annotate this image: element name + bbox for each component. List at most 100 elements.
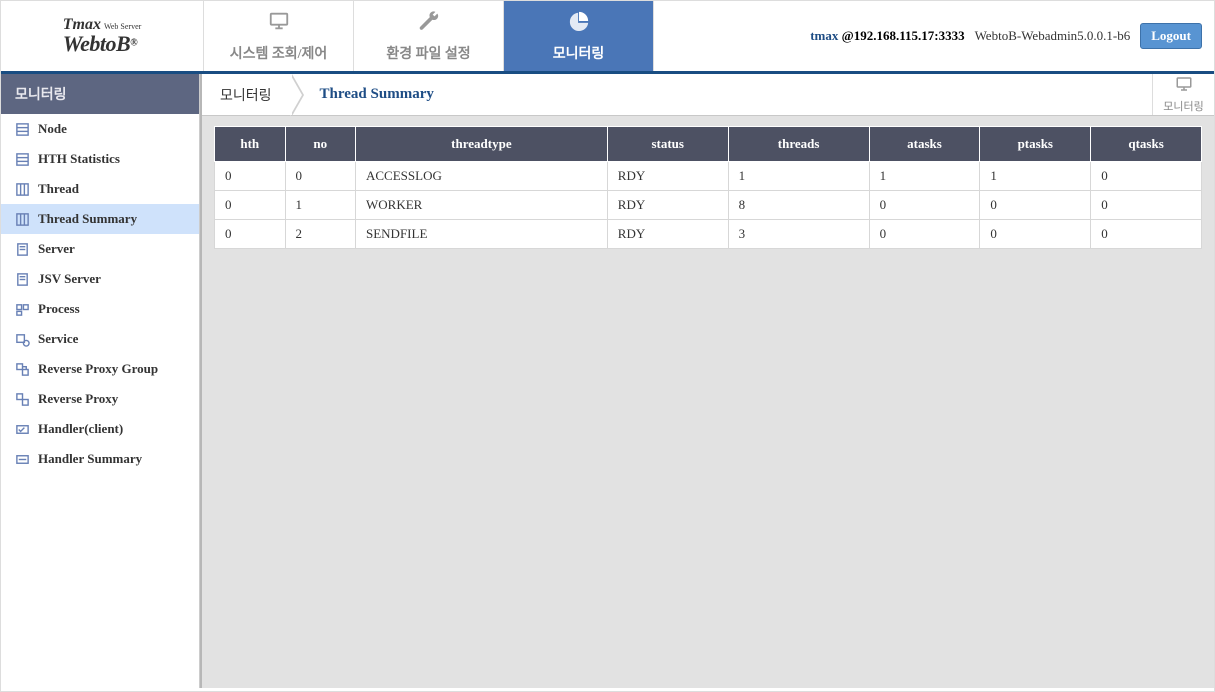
table-cell: 0 bbox=[215, 191, 286, 220]
breadcrumb: 모니터링 Thread Summary 모니터링 bbox=[202, 74, 1214, 116]
sidebar-item-process[interactable]: Process bbox=[1, 294, 199, 324]
sidebar-item-reverse-proxy[interactable]: Reverse Proxy bbox=[1, 384, 199, 414]
table-cell: 0 bbox=[869, 220, 980, 249]
table-cell: 0 bbox=[215, 220, 286, 249]
sidebar-item-jsv-server[interactable]: JSV Server bbox=[1, 264, 199, 294]
table-cell: 0 bbox=[285, 162, 356, 191]
tab-label: 시스템 조회/제어 bbox=[230, 43, 328, 63]
col-atasks: atasks bbox=[869, 127, 980, 162]
tab-config[interactable]: 환경 파일 설정 bbox=[354, 1, 504, 71]
breadcrumb-right-label: 모니터링 bbox=[1163, 98, 1203, 114]
col-hth: hth bbox=[215, 127, 286, 162]
table-cell: 1 bbox=[285, 191, 356, 220]
sidebar-title: 모니터링 bbox=[1, 74, 199, 114]
logo-registered: ® bbox=[130, 38, 137, 49]
sidebar-item-label: Node bbox=[38, 121, 67, 137]
content-area: 모니터링 Thread Summary 모니터링 hthnothreadtype… bbox=[200, 74, 1214, 688]
table-cell: 1 bbox=[728, 162, 869, 191]
menu-item-icon bbox=[15, 122, 30, 137]
col-qtasks: qtasks bbox=[1091, 127, 1202, 162]
tab-system[interactable]: 시스템 조회/제어 bbox=[204, 1, 354, 71]
main-tabs: 시스템 조회/제어 환경 파일 설정 모니터링 bbox=[204, 1, 654, 71]
table-cell: WORKER bbox=[356, 191, 608, 220]
sidebar-item-label: Server bbox=[38, 241, 75, 257]
logo-product: WebtoB bbox=[63, 31, 130, 56]
table-cell: 0 bbox=[980, 220, 1091, 249]
pie-icon bbox=[568, 10, 590, 37]
menu-item-icon bbox=[15, 242, 30, 257]
thread-summary-table: hthnothreadtypestatusthreadsatasksptasks… bbox=[214, 126, 1202, 249]
menu-item-icon bbox=[15, 422, 30, 437]
sidebar-item-label: Reverse Proxy Group bbox=[38, 361, 158, 377]
table-cell: 1 bbox=[869, 162, 980, 191]
table-cell: SENDFILE bbox=[356, 220, 608, 249]
sidebar-item-label: HTH Statistics bbox=[38, 151, 120, 167]
sidebar-item-reverse-proxy-group[interactable]: Reverse Proxy Group bbox=[1, 354, 199, 384]
sidebar-item-label: Reverse Proxy bbox=[38, 391, 118, 407]
menu-item-icon bbox=[15, 452, 30, 467]
breadcrumb-root[interactable]: 모니터링 bbox=[202, 74, 290, 115]
menu-item-icon bbox=[15, 302, 30, 317]
table-cell: RDY bbox=[607, 162, 728, 191]
table-cell: 0 bbox=[1091, 220, 1202, 249]
sidebar-item-thread-summary[interactable]: Thread Summary bbox=[1, 204, 199, 234]
sidebar: 모니터링 Node HTH Statistics Thread Thread Summ… bbox=[1, 74, 200, 688]
table-cell: 0 bbox=[869, 191, 980, 220]
sidebar-item-label: Handler Summary bbox=[38, 451, 142, 467]
table-cell: ACCESSLOG bbox=[356, 162, 608, 191]
logo: TmaxWeb Server WebtoB® bbox=[1, 1, 204, 71]
sidebar-item-label: Handler(client) bbox=[38, 421, 123, 437]
col-ptasks: ptasks bbox=[980, 127, 1091, 162]
sidebar-item-server[interactable]: Server bbox=[1, 234, 199, 264]
monitor-icon bbox=[268, 10, 290, 37]
table-cell: RDY bbox=[607, 220, 728, 249]
menu-item-icon bbox=[15, 392, 30, 407]
logo-ws: Web Server bbox=[104, 22, 141, 31]
app-header: TmaxWeb Server WebtoB® 시스템 조회/제어 환경 파일 설… bbox=[1, 1, 1214, 74]
app-version: WebtoB-Webadmin5.0.0.1-b6 bbox=[975, 28, 1131, 44]
table-cell: 3 bbox=[728, 220, 869, 249]
table-cell: 0 bbox=[1091, 162, 1202, 191]
menu-item-icon bbox=[15, 182, 30, 197]
sidebar-item-label: Thread bbox=[38, 181, 79, 197]
tab-label: 환경 파일 설정 bbox=[386, 43, 470, 63]
menu-item-icon bbox=[15, 362, 30, 377]
server-address: @192.168.115.17:3333 bbox=[842, 28, 965, 43]
sidebar-item-thread[interactable]: Thread bbox=[1, 174, 199, 204]
menu-item-icon bbox=[15, 332, 30, 347]
breadcrumb-monitor-button[interactable]: 모니터링 bbox=[1152, 74, 1214, 115]
col-status: status bbox=[607, 127, 728, 162]
table-cell: RDY bbox=[607, 191, 728, 220]
sidebar-item-label: Service bbox=[38, 331, 78, 347]
tab-monitoring[interactable]: 모니터링 bbox=[504, 1, 654, 71]
sidebar-item-node[interactable]: Node bbox=[1, 114, 199, 144]
col-threads: threads bbox=[728, 127, 869, 162]
sidebar-item-handler-summary[interactable]: Handler Summary bbox=[1, 444, 199, 474]
sidebar-item-label: JSV Server bbox=[38, 271, 101, 287]
wrench-icon bbox=[418, 10, 440, 37]
logout-button[interactable]: Logout bbox=[1140, 23, 1202, 49]
sidebar-item-label: Thread Summary bbox=[38, 211, 137, 227]
table-cell: 0 bbox=[980, 191, 1091, 220]
sidebar-item-service[interactable]: Service bbox=[1, 324, 199, 354]
breadcrumb-current: Thread Summary bbox=[290, 74, 452, 115]
table-row[interactable]: 00ACCESSLOGRDY1110 bbox=[215, 162, 1202, 191]
table-cell: 8 bbox=[728, 191, 869, 220]
monitor-icon bbox=[1175, 75, 1193, 96]
sidebar-item-label: Process bbox=[38, 301, 80, 317]
menu-item-icon bbox=[15, 272, 30, 287]
table-row[interactable]: 02SENDFILERDY3000 bbox=[215, 220, 1202, 249]
menu-item-icon bbox=[15, 152, 30, 167]
table-cell: 2 bbox=[285, 220, 356, 249]
sidebar-item-hth-statistics[interactable]: HTH Statistics bbox=[1, 144, 199, 174]
sidebar-item-handler-client-[interactable]: Handler(client) bbox=[1, 414, 199, 444]
col-threadtype: threadtype bbox=[356, 127, 608, 162]
table-cell: 0 bbox=[215, 162, 286, 191]
header-right: tmax @192.168.115.17:3333 WebtoB-Webadmi… bbox=[654, 1, 1214, 71]
menu-item-icon bbox=[15, 212, 30, 227]
tab-label: 모니터링 bbox=[553, 43, 605, 63]
table-row[interactable]: 01WORKERRDY8000 bbox=[215, 191, 1202, 220]
table-cell: 0 bbox=[1091, 191, 1202, 220]
col-no: no bbox=[285, 127, 356, 162]
table-cell: 1 bbox=[980, 162, 1091, 191]
